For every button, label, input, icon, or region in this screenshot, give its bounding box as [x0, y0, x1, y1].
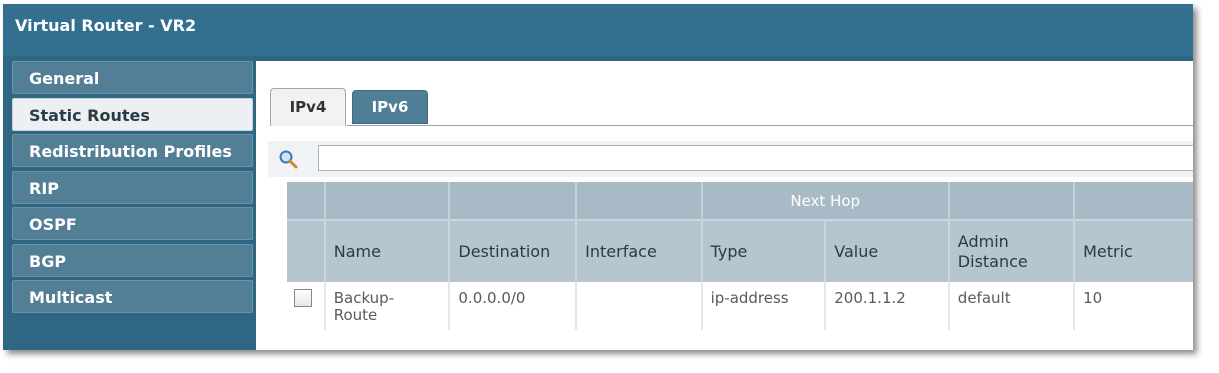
column-header-value[interactable]: Value: [825, 219, 950, 282]
sidebar-item-general[interactable]: General: [12, 61, 253, 94]
cell-value: 200.1.1.2: [825, 282, 950, 330]
sidebar-item-multicast[interactable]: Multicast: [12, 280, 253, 313]
search-icon[interactable]: [278, 149, 298, 169]
sidebar-nav: General Static Routes Redistribution Pro…: [12, 61, 253, 317]
header-spacer: [576, 182, 703, 220]
select-column-header: [287, 219, 326, 282]
route-name-line1: Backup-: [333, 289, 395, 307]
tab-ipv6[interactable]: IPv6: [352, 90, 428, 124]
column-header-destination[interactable]: Destination: [449, 219, 578, 282]
column-header-type[interactable]: Type: [701, 219, 827, 282]
header-spacer: [948, 182, 1076, 220]
sidebar-item-redistribution-profiles[interactable]: Redistribution Profiles: [12, 134, 253, 167]
admin-distance-line1: Admin: [957, 231, 1009, 251]
cell-admin-distance: default: [948, 282, 1076, 330]
header-spacer: [287, 182, 326, 220]
cell-metric: 10: [1074, 282, 1193, 330]
sidebar-item-rip[interactable]: RIP: [12, 170, 253, 204]
row-select-cell: [287, 282, 326, 330]
route-name-line2: Route: [333, 306, 378, 324]
tab-ipv4[interactable]: IPv4: [270, 88, 346, 126]
static-routes-table: Next Hop Name Destination Interface Type…: [287, 182, 1193, 330]
sidebar-item-static-routes[interactable]: Static Routes: [12, 97, 253, 131]
cell-type: ip-address: [701, 282, 827, 330]
header-spacer: [449, 182, 578, 220]
title-bar: Virtual Router - VR2: [3, 4, 1193, 56]
search-input[interactable]: [318, 145, 1193, 171]
row-checkbox[interactable]: [294, 289, 312, 307]
column-header-admin-distance[interactable]: Admin Distance: [948, 219, 1076, 282]
next-hop-group-header: Next Hop: [701, 182, 950, 220]
content-panel: IPv4 IPv6 Next Hop Name Destination Inte…: [256, 61, 1193, 350]
tab-divider: [347, 125, 1193, 126]
table-row[interactable]: Backup- Route 0.0.0.0/0 ip-address 200.1…: [287, 282, 1193, 330]
cell-name[interactable]: Backup- Route: [324, 282, 451, 330]
column-header-interface[interactable]: Interface: [576, 219, 703, 282]
admin-distance-line2: Distance: [957, 251, 1028, 271]
cell-destination: 0.0.0.0/0: [449, 282, 578, 330]
column-header-metric[interactable]: Metric: [1074, 219, 1193, 282]
table-column-header: Name Destination Interface Type Value Ad…: [287, 219, 1193, 282]
dialog-title: Virtual Router - VR2: [15, 16, 197, 35]
cell-interface: [576, 282, 703, 330]
header-spacer: [1074, 182, 1193, 220]
sidebar-item-ospf[interactable]: OSPF: [12, 207, 253, 240]
sidebar-item-bgp[interactable]: BGP: [12, 243, 253, 277]
virtual-router-dialog: Virtual Router - VR2 General Static Rout…: [3, 4, 1193, 350]
header-spacer: [324, 182, 451, 220]
table-group-header: Next Hop: [287, 182, 1193, 220]
column-header-name[interactable]: Name: [324, 219, 451, 282]
